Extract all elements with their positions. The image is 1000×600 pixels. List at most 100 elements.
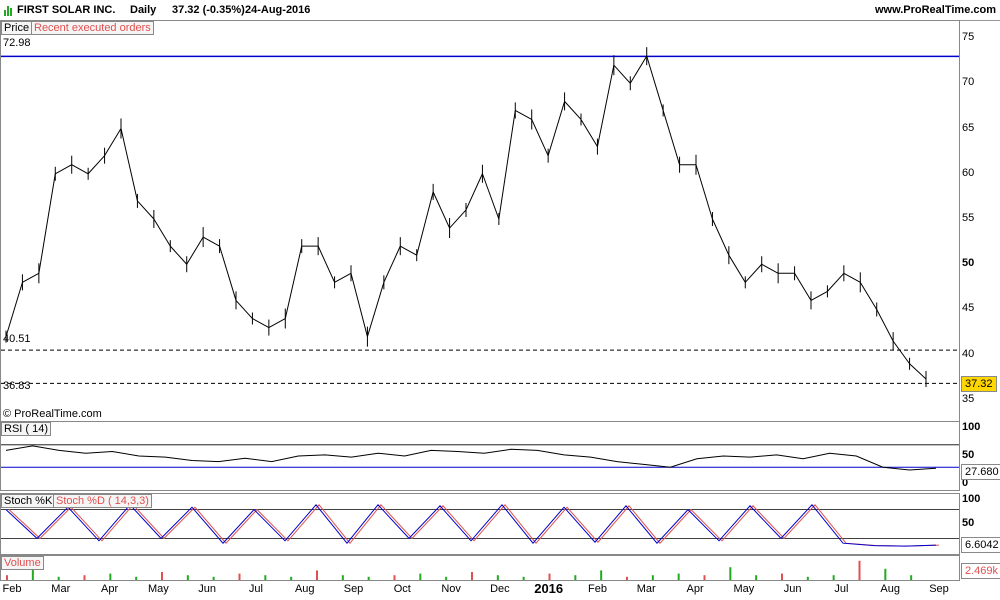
price-segment <box>284 246 303 319</box>
price-segment <box>71 164 89 175</box>
price-segment <box>744 263 763 283</box>
volume-bar <box>884 568 887 580</box>
x-tick-label: Nov <box>441 583 461 595</box>
price-segment <box>416 191 434 256</box>
x-tick-label: May <box>733 583 755 595</box>
site-label: www.ProRealTime.com <box>874 4 996 16</box>
price-segment <box>876 309 894 342</box>
chart-header: FIRST SOLAR INC. Daily 37.32 (-0.35%) 24… <box>0 0 1000 21</box>
price-segment <box>383 245 401 283</box>
price-segment <box>268 318 286 329</box>
rsi-tick-label: 100 <box>962 421 981 433</box>
mid-level-label: 40.51 <box>3 333 31 345</box>
price-tick-label: 45 <box>962 302 975 315</box>
price-tick-label: 50 <box>962 257 975 270</box>
symbol-title: FIRST SOLAR INC. <box>4 4 115 17</box>
volume-bar <box>729 567 732 580</box>
price-segment <box>219 245 237 301</box>
x-tick-label: Oct <box>393 583 411 595</box>
price-segment <box>120 128 138 202</box>
price-last-value: 37.32 <box>961 376 997 392</box>
x-tick-label: Feb <box>587 583 607 595</box>
price-segment <box>547 101 566 156</box>
x-tick-label: Jun <box>783 583 802 595</box>
x-tick-label: Dec <box>490 583 510 595</box>
x-tick-label: Apr <box>101 583 119 595</box>
rsi-chart <box>1 444 959 471</box>
stoch-tick-label: 50 <box>962 517 975 529</box>
price-segment <box>5 282 23 337</box>
price-segment <box>22 272 40 283</box>
stoch-tick-label: 100 <box>962 493 981 505</box>
price-segment <box>892 340 910 365</box>
price-chart <box>1 47 959 387</box>
bars-logo-icon <box>4 4 14 17</box>
price-segment <box>613 64 631 84</box>
volume-bar <box>600 570 603 580</box>
price-panel[interactable]: Price Recent executed orders 72.98 40.51… <box>0 20 960 422</box>
high-level-label: 72.98 <box>3 37 31 49</box>
price-segment <box>498 110 516 220</box>
price-tick-label: 60 <box>962 166 975 179</box>
price-segment <box>252 318 270 329</box>
price-segment <box>531 119 549 156</box>
price-segment <box>662 110 681 165</box>
price-segment <box>400 245 417 256</box>
rsi-last-value: 27.680 <box>961 464 1000 480</box>
x-tick-label: Apr <box>686 583 704 595</box>
price-tick-label: 75 <box>962 31 975 44</box>
price-segment <box>55 164 72 175</box>
stoch-last-value: 6.6042 <box>961 537 1000 553</box>
stoch-d-label: Stoch %D ( 14,3,3) <box>53 494 152 508</box>
price-tick-label: 55 <box>962 212 975 224</box>
price-segment <box>137 200 155 220</box>
rsi-tick-label: 50 <box>962 449 975 461</box>
x-tick-label: Aug <box>880 583 900 595</box>
price-segment <box>87 155 105 175</box>
price-segment <box>481 173 500 220</box>
stoch-panel[interactable]: Stoch %K Stoch %D ( 14,3,3) <box>0 493 960 555</box>
rsi-panel[interactable]: RSI ( 14) <box>0 421 960 491</box>
price-segment <box>366 282 385 337</box>
low-level-label: 36.83 <box>3 380 31 392</box>
date-label: 24-Aug-2016 <box>245 4 311 16</box>
price-segment <box>728 254 746 283</box>
price-segment <box>761 263 779 274</box>
price-tick-label: 65 <box>962 121 975 134</box>
period-label: Daily <box>130 4 157 16</box>
x-tick-label: 2016 <box>534 581 564 596</box>
price-segment <box>235 300 253 319</box>
x-tick-label: Feb <box>2 583 22 595</box>
price-segment <box>695 164 713 220</box>
x-tick-label: Sep <box>929 583 949 595</box>
volume-bar <box>161 572 163 580</box>
price-segment <box>827 272 845 292</box>
price-segment <box>169 245 188 265</box>
x-tick-label: Mar <box>636 583 656 595</box>
price-segment <box>350 273 368 337</box>
volume-bar <box>316 570 318 580</box>
price-segment <box>596 65 615 147</box>
price-segment <box>629 55 648 84</box>
price-tick-label: 40 <box>962 347 975 360</box>
price-segment <box>909 363 927 380</box>
stoch-k-label: Stoch %K <box>1 494 56 508</box>
price-segment <box>810 290 828 301</box>
price-label: Price <box>1 21 33 35</box>
price-segment <box>432 191 451 229</box>
price-segment <box>794 273 812 301</box>
volume-bar <box>858 560 861 580</box>
price-segment <box>202 236 220 247</box>
x-tick-label: May <box>147 583 169 595</box>
price-segment <box>317 245 336 283</box>
volume-label: Volume <box>1 556 44 570</box>
volume-panel[interactable]: Volume <box>0 555 960 581</box>
price-segment <box>580 119 598 147</box>
orders-label[interactable]: Recent executed orders <box>31 21 154 35</box>
volume-bar <box>471 572 473 580</box>
price-segment <box>564 101 582 120</box>
x-axis: Feb Mar Apr May Jun Jul Aug Sep Oct Nov Dec 2016 Feb… <box>0 580 958 600</box>
rsi-line <box>5 445 937 471</box>
copyright-label: © ProRealTime.com <box>3 408 102 420</box>
volume-chart <box>6 560 913 580</box>
